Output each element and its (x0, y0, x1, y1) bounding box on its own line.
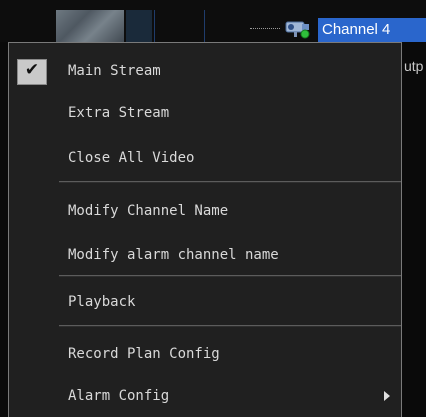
menu-item-label: Modify Channel Name (68, 203, 229, 219)
menu-item-main-stream[interactable]: ✔ Main Stream (9, 51, 401, 91)
menu-item-label: Extra Stream (68, 105, 170, 121)
menu-separator (59, 181, 401, 183)
video-thumbnail-dark (126, 10, 152, 42)
camera-icon (283, 18, 313, 40)
menu-item-modify-alarm-channel-name[interactable]: Modify alarm channel name (9, 235, 401, 275)
background-text-fragment: utp (404, 58, 424, 74)
menu-item-extra-stream[interactable]: Extra Stream (9, 93, 401, 133)
context-menu: ✔ Main Stream Extra Stream Close All Vid… (8, 42, 402, 417)
checkmark-icon: ✔ (24, 60, 40, 80)
check-box: ✔ (17, 59, 47, 85)
menu-item-record-plan-config[interactable]: Record Plan Config (9, 334, 401, 374)
divider (154, 10, 155, 42)
menu-item-modify-channel-name[interactable]: Modify Channel Name (9, 191, 401, 231)
submenu-arrow-icon (384, 391, 390, 401)
menu-separator (59, 325, 401, 327)
menu-item-label: Alarm Config (68, 388, 170, 404)
tree-connector (250, 28, 280, 29)
menu-item-label: Main Stream (68, 63, 161, 79)
channel-tree-item[interactable]: Channel 4 (318, 18, 426, 42)
menu-separator (59, 275, 401, 277)
video-thumbnail (56, 10, 124, 42)
menu-item-alarm-config[interactable]: Alarm Config (9, 376, 401, 416)
menu-item-label: Record Plan Config (68, 346, 220, 362)
menu-item-playback[interactable]: Playback (9, 282, 401, 322)
divider (204, 10, 205, 42)
menu-item-label: Modify alarm channel name (68, 247, 279, 263)
menu-item-label: Close All Video (68, 150, 195, 166)
menu-item-label: Playback (68, 294, 136, 310)
menu-item-close-all-video[interactable]: Close All Video (9, 138, 401, 178)
